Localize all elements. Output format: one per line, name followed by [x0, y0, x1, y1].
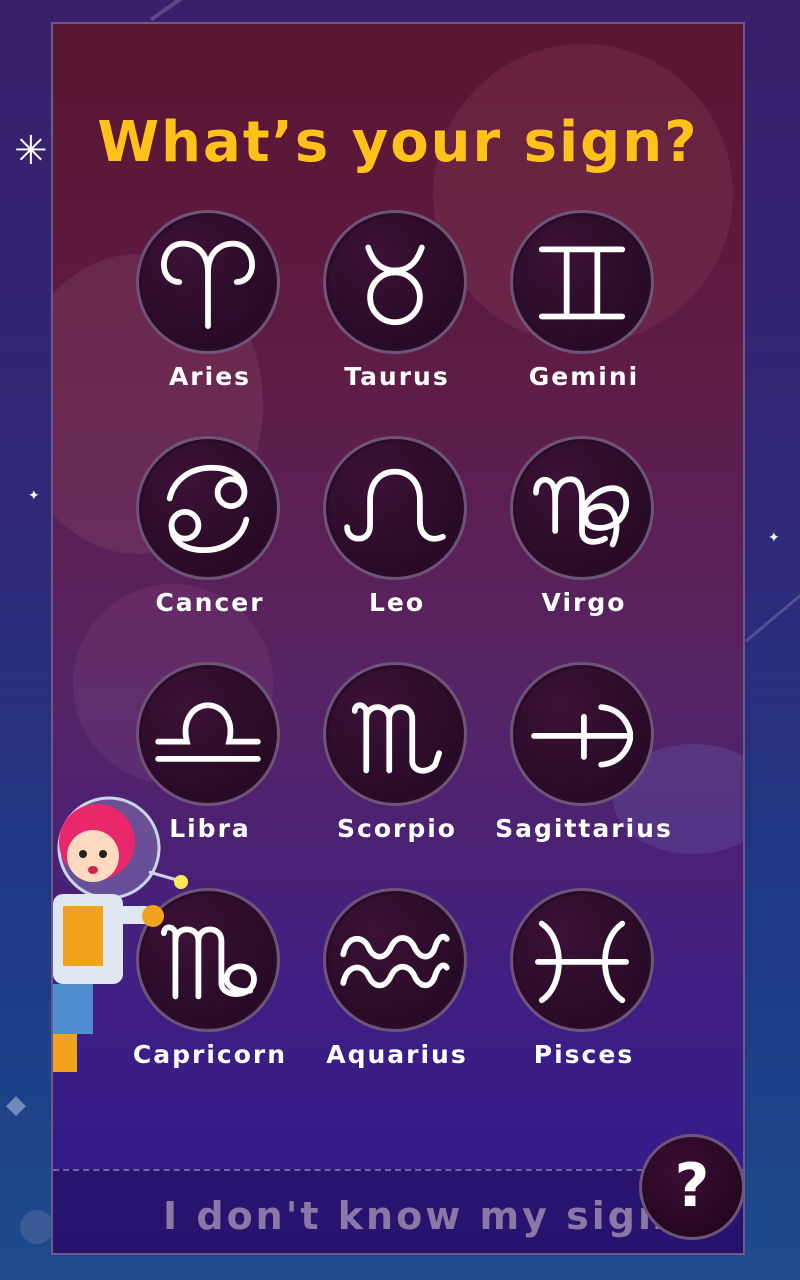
aquarius-icon — [323, 888, 467, 1032]
planet-decoration — [20, 1210, 54, 1244]
sign-leo[interactable]: Leo — [304, 436, 490, 636]
aries-icon — [136, 210, 280, 354]
sign-label: Leo — [368, 588, 426, 617]
sign-label: Pisces — [533, 1040, 635, 1069]
taurus-icon — [323, 210, 467, 354]
page-title: What’s your sign? — [97, 110, 699, 175]
sign-virgo[interactable]: Virgo — [491, 436, 677, 636]
sign-scorpio[interactable]: Scorpio — [304, 662, 490, 862]
sign-aquarius[interactable]: Aquarius — [304, 888, 490, 1088]
pisces-icon — [510, 888, 654, 1032]
sign-label: Virgo — [541, 588, 627, 617]
sparkle-icon: ✦ — [768, 530, 780, 546]
dont-know-sign-button[interactable]: I don't know my sign — [163, 1194, 665, 1238]
sign-pisces[interactable]: Pisces — [491, 888, 677, 1088]
shooting-star-streak — [745, 588, 800, 643]
sparkle-icon: ✦ — [28, 488, 40, 504]
astronaut-mascot — [53, 796, 188, 1072]
sign-sagittarius[interactable]: Sagittarius — [491, 662, 677, 862]
sign-label: Aquarius — [326, 1040, 468, 1069]
sign-gemini[interactable]: Gemini — [491, 210, 677, 410]
sagittarius-icon — [510, 662, 654, 806]
scorpio-icon — [323, 662, 467, 806]
sign-label: Gemini — [528, 362, 640, 391]
sign-label: Taurus — [344, 362, 450, 391]
sign-cancer[interactable]: Cancer — [117, 436, 303, 636]
sign-label: Cancer — [155, 588, 265, 617]
virgo-icon — [510, 436, 654, 580]
sign-taurus[interactable]: Taurus — [304, 210, 490, 410]
libra-icon — [136, 662, 280, 806]
leo-icon — [323, 436, 467, 580]
sign-label: Sagittarius — [495, 814, 673, 843]
sparkle-icon: ✳ — [14, 128, 48, 174]
shooting-star-streak — [150, 0, 251, 22]
sign-aries[interactable]: Aries — [117, 210, 303, 410]
sign-label: Aries — [168, 362, 252, 391]
help-icon: ? — [674, 1151, 710, 1221]
sign-selection-card: What’s your sign? Aries Taurus Gemini Ca… — [51, 22, 745, 1255]
gemini-icon — [510, 210, 654, 354]
cancer-icon — [136, 436, 280, 580]
sparkle-icon: ◆ — [6, 1090, 26, 1120]
help-button[interactable]: ? — [639, 1134, 743, 1240]
sign-label: Scorpio — [337, 814, 457, 843]
